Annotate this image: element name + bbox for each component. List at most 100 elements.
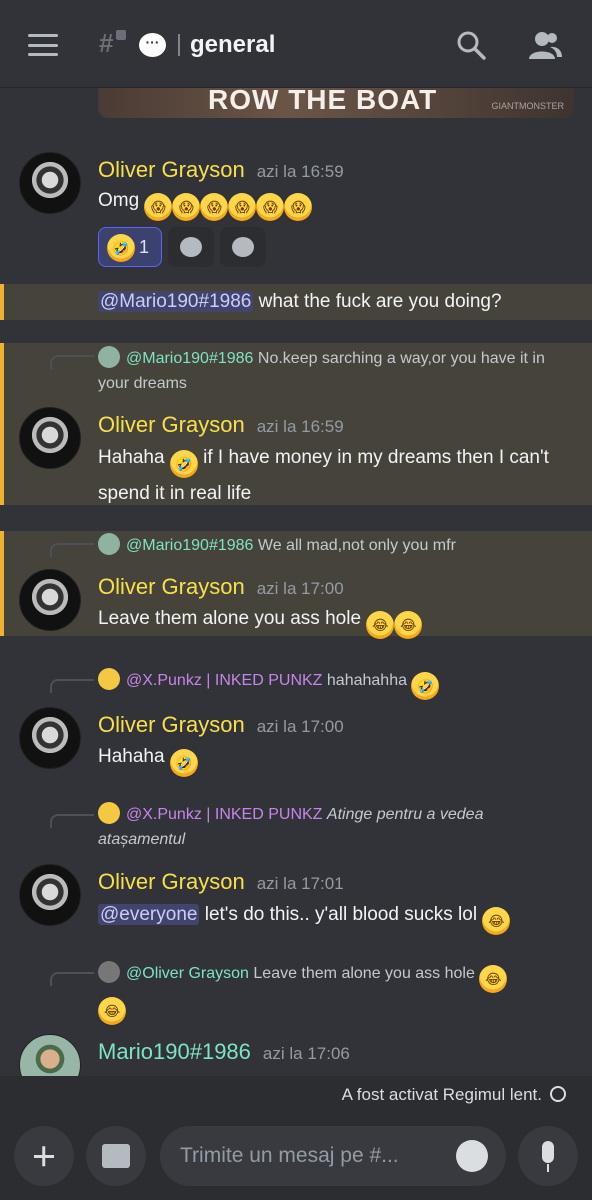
message[interactable]: @X.Punkz | INKED PUNKZ hahahahha 🤣 Olive…	[0, 665, 592, 777]
message-text: Hahaha 🤣	[98, 741, 568, 777]
message-author[interactable]: Oliver Grayson azi la 16:59	[98, 157, 344, 183]
rofl-emoji: 🤣	[411, 672, 440, 700]
reply-preview[interactable]: @Oliver Grayson Leave them alone you ass…	[98, 961, 568, 1025]
reply-username[interactable]: @Mario190#1986	[126, 350, 253, 367]
voice-message-button[interactable]	[518, 1126, 578, 1186]
message[interactable]: Oliver Grayson azi la 16:59 Omg 😱 😱 😱 😱 😱 😱	[0, 140, 592, 280]
avatar[interactable]	[19, 707, 81, 769]
gift-button[interactable]	[86, 1126, 146, 1186]
reaction-rofl[interactable]: 🤣 1	[98, 227, 162, 267]
author-name[interactable]: Mario190#1986	[98, 1039, 251, 1064]
reply-text: We all mad,not only you mfr	[257, 537, 456, 554]
channel-name[interactable]: general	[190, 31, 275, 59]
message-input-wrapper	[160, 1126, 506, 1186]
members-icon[interactable]	[528, 30, 562, 60]
channel-hash-icon: #	[99, 28, 114, 58]
threads-bubble-icon[interactable]: ···	[139, 33, 166, 57]
reply-preview[interactable]: @X.Punkz | INKED PUNKZ Atinge pentru a v…	[98, 802, 568, 852]
reply-text: Leave them alone you ass hole	[253, 965, 475, 982]
scream-emoji: 😱	[256, 193, 285, 221]
timestamp: azi la 17:00	[256, 579, 344, 598]
timestamp: azi la 16:59	[256, 162, 344, 181]
message-author[interactable]: Oliver Grayson azi la 16:59	[98, 412, 344, 438]
reply-text: hahahahha	[326, 672, 407, 689]
add-reaction-button[interactable]	[168, 227, 214, 267]
channel-header: # ··· general	[0, 0, 592, 88]
joy-emoji: 😂	[98, 997, 126, 1025]
message-author[interactable]: Oliver Grayson azi la 17:01	[98, 869, 344, 895]
scream-emoji: 😱	[144, 193, 173, 221]
user-mention[interactable]: @Mario190#1986	[98, 291, 254, 312]
message[interactable]: @Mario190#1986 what the fuck are you doi…	[0, 284, 592, 320]
scream-emoji: 😱	[284, 193, 313, 221]
mic-icon	[542, 1141, 554, 1163]
author-name[interactable]: Oliver Grayson	[98, 412, 245, 437]
add-reaction-icon	[180, 237, 202, 257]
avatar[interactable]	[19, 152, 81, 214]
timestamp: azi la 17:00	[256, 717, 344, 736]
mic-stem	[547, 1164, 549, 1172]
message[interactable]: @Mario190#1986 We all mad,not only you m…	[0, 531, 592, 639]
author-name[interactable]: Oliver Grayson	[98, 157, 245, 182]
rofl-emoji: 🤣	[107, 234, 135, 262]
timestamp: azi la 17:06	[262, 1044, 350, 1063]
super-reaction-icon	[232, 237, 254, 257]
reply-connector	[50, 814, 94, 828]
message-text: @Mario190#1986 what the fuck are you doi…	[98, 286, 568, 317]
banner-watermark: GIANTMONSTER	[491, 101, 564, 111]
avatar[interactable]	[19, 864, 81, 926]
message-author[interactable]: Mario190#1986 azi la 17:06	[98, 1039, 350, 1065]
reply-avatar	[98, 802, 120, 824]
embedded-image[interactable]: ROW THE BOAT GIANTMONSTER	[98, 84, 574, 118]
add-super-reaction-button[interactable]	[220, 227, 266, 267]
message-text: Hahaha 🤣 if I have money in my dreams th…	[98, 442, 568, 509]
author-name[interactable]: Oliver Grayson	[98, 869, 245, 894]
search-icon[interactable]	[456, 30, 486, 60]
message-body: if I have money in my dreams then I can'…	[98, 447, 549, 504]
reply-avatar	[98, 668, 120, 690]
message-body: what the fuck are you doing?	[258, 291, 502, 312]
message-body: Omg	[98, 190, 140, 211]
message-text: @everyone let's do this.. y'all blood su…	[98, 899, 568, 935]
lock-icon	[116, 30, 126, 40]
reply-connector	[50, 972, 94, 986]
timer-icon	[550, 1086, 566, 1102]
message[interactable]: @X.Punkz | INKED PUNKZ Atinge pentru a v…	[0, 800, 592, 940]
message-author[interactable]: Oliver Grayson azi la 17:00	[98, 712, 344, 738]
reply-preview[interactable]: @Mario190#1986 We all mad,not only you m…	[98, 533, 568, 558]
reply-preview[interactable]: @Mario190#1986 No.keep sarching a way,or…	[98, 346, 568, 396]
reply-username[interactable]: @Oliver Grayson	[126, 965, 249, 982]
reply-avatar	[98, 961, 120, 983]
reply-connector	[50, 543, 94, 557]
banner-text: ROW THE BOAT	[208, 84, 438, 115]
joy-emoji: 😂	[479, 965, 508, 993]
everyone-mention[interactable]: @everyone	[98, 904, 200, 925]
message-text: Leave them alone you ass hole 😂 😂	[98, 603, 568, 639]
emoji-picker-icon[interactable]	[456, 1140, 488, 1172]
reaction-count: 1	[139, 237, 150, 257]
message-body: let's do this.. y'all blood sucks lol	[204, 904, 478, 925]
slowmode-bar: A fost activat Regimul lent.	[0, 1076, 592, 1112]
reply-username[interactable]: @Mario190#1986	[126, 537, 253, 554]
reply-username[interactable]: @X.Punkz | INKED PUNKZ	[126, 672, 322, 689]
message-input[interactable]	[180, 1126, 450, 1186]
add-attachment-button[interactable]	[14, 1126, 74, 1186]
reply-username[interactable]: @X.Punkz | INKED PUNKZ	[126, 806, 322, 823]
composer-bar	[0, 1112, 592, 1200]
avatar[interactable]	[19, 407, 81, 469]
reply-avatar	[98, 533, 120, 555]
avatar[interactable]	[19, 569, 81, 631]
author-name[interactable]: Oliver Grayson	[98, 712, 245, 737]
author-name[interactable]: Oliver Grayson	[98, 574, 245, 599]
message-author[interactable]: Oliver Grayson azi la 17:00	[98, 574, 344, 600]
rofl-emoji: 🤣	[169, 749, 198, 777]
reply-preview[interactable]: @X.Punkz | INKED PUNKZ hahahahha 🤣	[98, 668, 568, 700]
joy-emoji: 😂	[394, 611, 423, 639]
message[interactable]: @Mario190#1986 No.keep sarching a way,or…	[0, 343, 592, 505]
joy-emoji: 😂	[366, 611, 395, 639]
slowmode-text: A fost activat Regimul lent.	[341, 1085, 542, 1104]
message[interactable]: @Oliver Grayson Leave them alone you ass…	[0, 958, 592, 1096]
reply-connector	[50, 679, 94, 693]
timestamp: azi la 17:01	[256, 874, 344, 893]
menu-icon[interactable]	[28, 34, 58, 56]
